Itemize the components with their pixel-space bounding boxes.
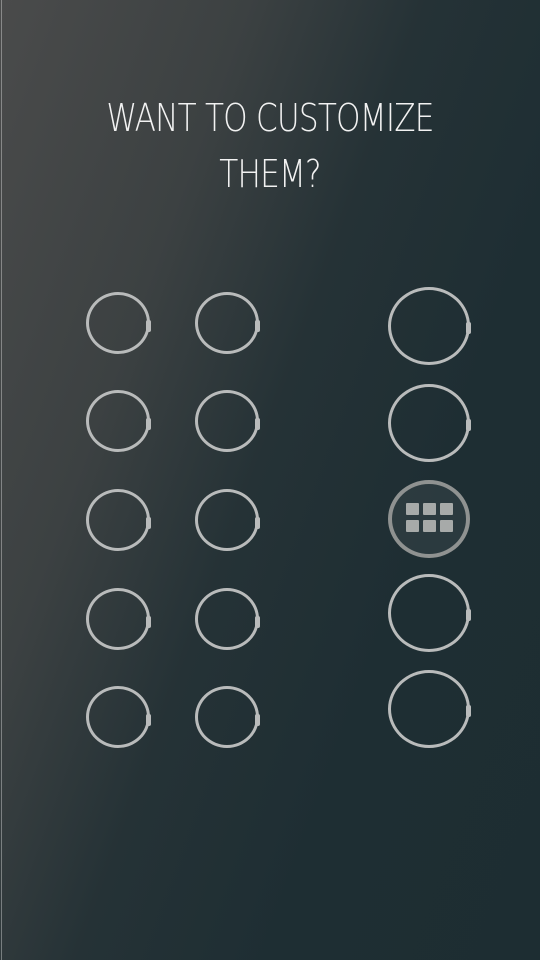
grid-cell bbox=[405, 503, 419, 515]
ring-tail bbox=[255, 320, 260, 333]
ring-tail bbox=[146, 320, 151, 333]
large-ring-active-app-grid[interactable] bbox=[388, 480, 470, 558]
ring-tail bbox=[255, 517, 260, 530]
small-ring-r3-c2[interactable] bbox=[195, 489, 260, 551]
large-ring-5[interactable] bbox=[388, 670, 471, 748]
grid-cell bbox=[439, 520, 453, 532]
small-ring-r2-c1[interactable] bbox=[86, 390, 151, 452]
large-ring-2[interactable] bbox=[388, 384, 471, 462]
small-ring-r5-c1[interactable] bbox=[86, 686, 151, 748]
grid-cell bbox=[405, 520, 419, 532]
grid-cell bbox=[422, 503, 436, 515]
small-ring-r1-c1[interactable] bbox=[86, 292, 151, 354]
ring-tail bbox=[255, 714, 260, 727]
small-ring-r4-c1[interactable] bbox=[86, 588, 151, 650]
ring-tail bbox=[466, 609, 471, 622]
ring-tail bbox=[466, 705, 471, 718]
small-ring-r1-c2[interactable] bbox=[195, 292, 260, 354]
ring-tail bbox=[146, 616, 151, 629]
small-ring-r5-c2[interactable] bbox=[195, 686, 260, 748]
headline-line-1: WANT TO CUSTOMIZE bbox=[106, 96, 434, 140]
app-grid-icon bbox=[405, 503, 453, 535]
ring-tail bbox=[466, 419, 471, 432]
grid-cell bbox=[422, 520, 436, 532]
ring-tail bbox=[255, 418, 260, 431]
grid-cell bbox=[439, 503, 453, 515]
ring-tail bbox=[255, 616, 260, 629]
small-ring-r2-c2[interactable] bbox=[195, 390, 260, 452]
headline-line-2: THEM? bbox=[219, 152, 321, 196]
large-ring-1[interactable] bbox=[388, 287, 471, 365]
ring-tail bbox=[146, 418, 151, 431]
small-ring-r3-c1[interactable] bbox=[86, 489, 151, 551]
large-ring-4[interactable] bbox=[388, 574, 471, 652]
onboarding-headline: WANT TO CUSTOMIZE THEM? bbox=[49, 90, 492, 202]
ring-tail bbox=[146, 517, 151, 530]
ring-tail bbox=[146, 714, 151, 727]
small-ring-r4-c2[interactable] bbox=[195, 588, 260, 650]
screen-edge-divider bbox=[1, 0, 2, 960]
ring-tail bbox=[466, 322, 471, 335]
